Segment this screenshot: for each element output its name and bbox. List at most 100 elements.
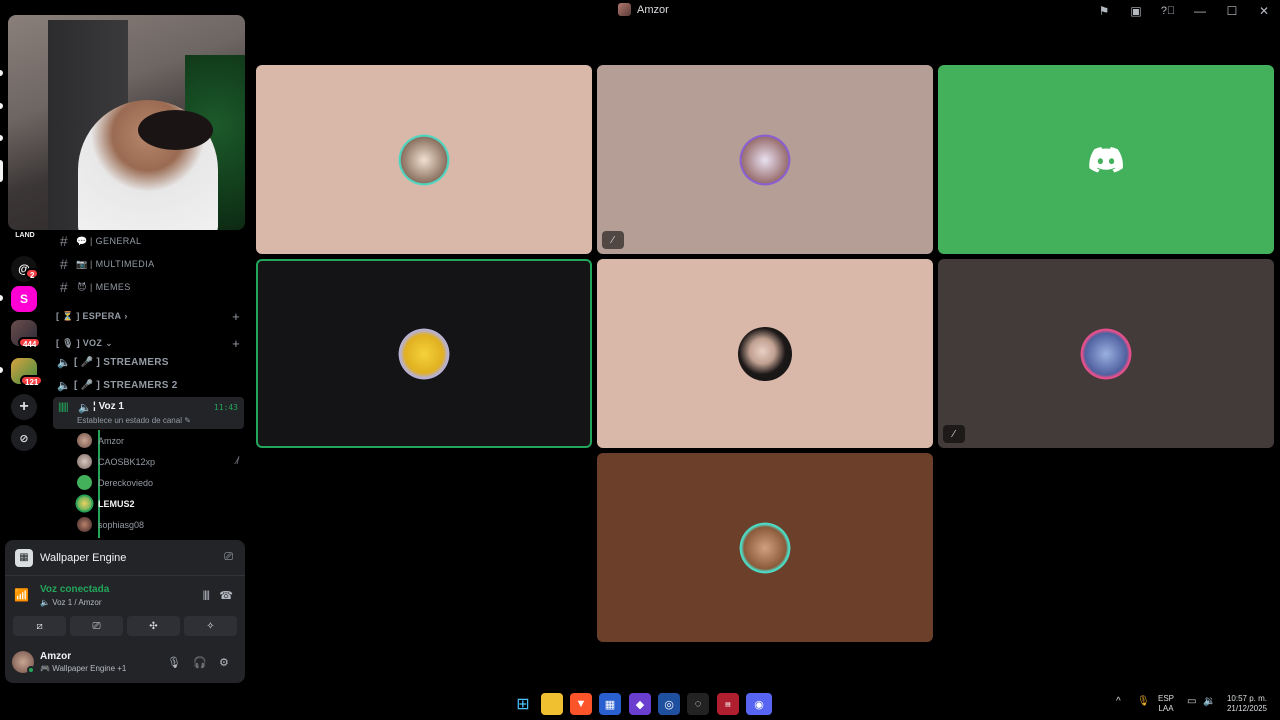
video-tile[interactable]: ⁄ — [597, 65, 933, 254]
online-status-dot — [27, 666, 35, 674]
help-icon[interactable]: ?⃝ — [1152, 0, 1184, 21]
video-tile[interactable] — [256, 65, 592, 254]
minimize-icon[interactable]: — — [1184, 0, 1216, 21]
share-screen-button[interactable]: ⎚ — [70, 616, 123, 636]
member-name: LEMUS2 — [98, 498, 135, 509]
activities-button[interactable]: ✣ — [127, 616, 180, 636]
windows-start-icon[interactable]: ⊞ — [512, 693, 534, 715]
member-name: Dereckoviedo — [98, 477, 154, 488]
category-espera[interactable]: [ ⏳ ] ESPERA › + — [56, 308, 244, 324]
clock[interactable]: 10:57 p. m. 21/12/2025 — [1222, 694, 1272, 714]
add-channel-icon[interactable]: + — [232, 309, 240, 324]
language-indicator[interactable]: ESP LAA — [1158, 694, 1174, 714]
close-icon[interactable]: ✕ — [1248, 0, 1280, 21]
voice-member[interactable]: Dereckoviedo — [77, 472, 244, 493]
voice-activity-icon: |||||| — [58, 402, 69, 413]
gamepad-icon[interactable]: ◆ — [629, 693, 651, 715]
channel-status[interactable]: Establece un estado de canal ✎ — [77, 416, 191, 425]
unread-pip — [0, 367, 3, 373]
video-tile[interactable]: ⁄ — [938, 259, 1274, 448]
voice-location[interactable]: 🔈 Voz 1 / Amzor — [40, 598, 102, 607]
voice-member[interactable]: sophiasg08 — [77, 514, 244, 535]
muted-icon: ⁄ — [943, 425, 965, 443]
avatar — [738, 132, 792, 187]
server-land[interactable]: LAND — [11, 228, 39, 242]
channel-emoji: 📷 — [76, 258, 88, 269]
file-explorer-icon[interactable] — [541, 693, 563, 715]
voice-location-text: Voz 1 / Amzor — [52, 598, 102, 607]
volume-icon[interactable]: 🔉 — [1203, 697, 1215, 707]
avatar — [77, 475, 92, 490]
voice-member[interactable]: CAOSBK12xp ⁄̸ — [77, 451, 244, 472]
voice-member[interactable]: LEMUS2 — [77, 493, 244, 514]
headphones-icon[interactable]: 🎧 — [193, 656, 207, 669]
activity-row: ▦ Wallpaper Engine ⎚ — [5, 540, 245, 576]
muted-icon: ⁄ — [602, 231, 624, 249]
discover-icon[interactable]: ⊘ — [11, 425, 37, 451]
member-name: CAOSBK12xp — [98, 456, 156, 467]
settings-gear-icon[interactable]: ⚙ — [219, 656, 229, 669]
category-label: [ 🎙 ] VOZ — [56, 337, 103, 348]
voice-channel-streamers-2[interactable]: 🔈 [ 🎤 ] STREAMERS 2 — [54, 374, 244, 396]
inbox-flag-icon[interactable]: ⚑ — [1088, 0, 1120, 21]
signal-icon[interactable]: 📶 — [14, 588, 29, 602]
video-tile[interactable] — [938, 65, 1274, 254]
language-bottom: LAA — [1158, 704, 1174, 713]
app-icon[interactable]: ◌ — [687, 693, 709, 715]
channel-memes[interactable]: # 😈 | MEMES — [54, 276, 244, 298]
discord-logo-icon — [1089, 146, 1123, 172]
chevron-up-icon[interactable]: ^ — [1116, 697, 1121, 707]
video-tile[interactable] — [597, 259, 933, 448]
pencil-icon: ✎ — [184, 416, 191, 425]
network-icon[interactable]: ▭ — [1187, 697, 1196, 707]
clock-date: 21/12/2025 — [1226, 704, 1268, 713]
chevron-right-icon: › — [124, 311, 128, 321]
hash-icon: # — [59, 256, 69, 272]
server-s[interactable]: S — [11, 286, 37, 312]
voice-channel-streamers[interactable]: 🔈 [ 🎤 ] STREAMERS — [54, 351, 244, 373]
window-icon[interactable]: ▣ — [1120, 0, 1152, 21]
channel-multimedia[interactable]: # 📷 | MULTIMEDIA — [54, 253, 244, 275]
add-channel-icon[interactable]: + — [232, 336, 240, 351]
camera-off-button[interactable]: ⧄ — [13, 616, 66, 636]
category-voz[interactable]: [ 🎙 ] VOZ ⌄ + — [56, 335, 244, 351]
avatar — [77, 517, 92, 532]
webcam-overlay — [8, 15, 245, 230]
edge-icon[interactable]: ◎ — [658, 693, 680, 715]
stream-screen-icon[interactable]: ⎚ — [224, 551, 233, 564]
active-channel-name: ¦ Voz 1 — [93, 401, 124, 412]
unread-pip — [0, 295, 3, 301]
microphone-icon[interactable]: 🎙 — [167, 656, 181, 669]
voice-channel-label: [ 🎤 ] STREAMERS 2 — [74, 379, 178, 391]
voice-member[interactable]: Amzor — [77, 430, 244, 451]
channel-general[interactable]: # 💬 | GENERAL — [54, 230, 244, 252]
voice-status[interactable]: Voz conectada — [40, 584, 109, 595]
hash-icon: # — [59, 233, 69, 249]
voice-channel-voz-1[interactable]: |||||| 🔈 ¦ Voz 1 11:43 Establece un esta… — [53, 397, 244, 429]
speaker-locked-icon: 🔈 — [57, 356, 71, 369]
avatar — [738, 520, 792, 575]
channel-emoji: 💬 — [76, 235, 88, 246]
app-icon-red[interactable]: ▤ — [717, 693, 739, 715]
microphone-tray-icon[interactable]: 🎙 — [1137, 697, 1150, 707]
video-tile-speaking[interactable] — [256, 259, 592, 448]
maximize-icon[interactable]: ☐ — [1216, 0, 1248, 21]
video-tile[interactable] — [597, 453, 933, 642]
noise-suppression-icon[interactable]: |||| — [203, 590, 210, 601]
avatar — [77, 433, 92, 448]
avatar — [1079, 326, 1133, 381]
discord-taskbar-icon[interactable]: ◉ — [746, 693, 772, 715]
add-server-icon[interactable]: + — [11, 394, 37, 420]
avatar — [397, 326, 451, 381]
window-title-text: Amzor — [637, 3, 669, 16]
unread-pip — [0, 135, 3, 141]
mention-badge: 444 — [18, 337, 42, 349]
disconnect-icon[interactable]: ☎ — [219, 589, 233, 602]
hash-icon: # — [59, 279, 69, 295]
store-icon[interactable]: ▦ — [599, 693, 621, 715]
username[interactable]: Amzor — [40, 651, 71, 662]
soundboard-button[interactable]: ✧ — [184, 616, 237, 636]
discord-window: Amzor ⚑ ▣ ?⃝ — ☐ ✕ LAND @ 2 S 444 121 + … — [0, 0, 1280, 688]
speaker-icon: 🔈 — [78, 402, 92, 414]
brave-browser-icon[interactable]: ▼ — [570, 693, 592, 715]
